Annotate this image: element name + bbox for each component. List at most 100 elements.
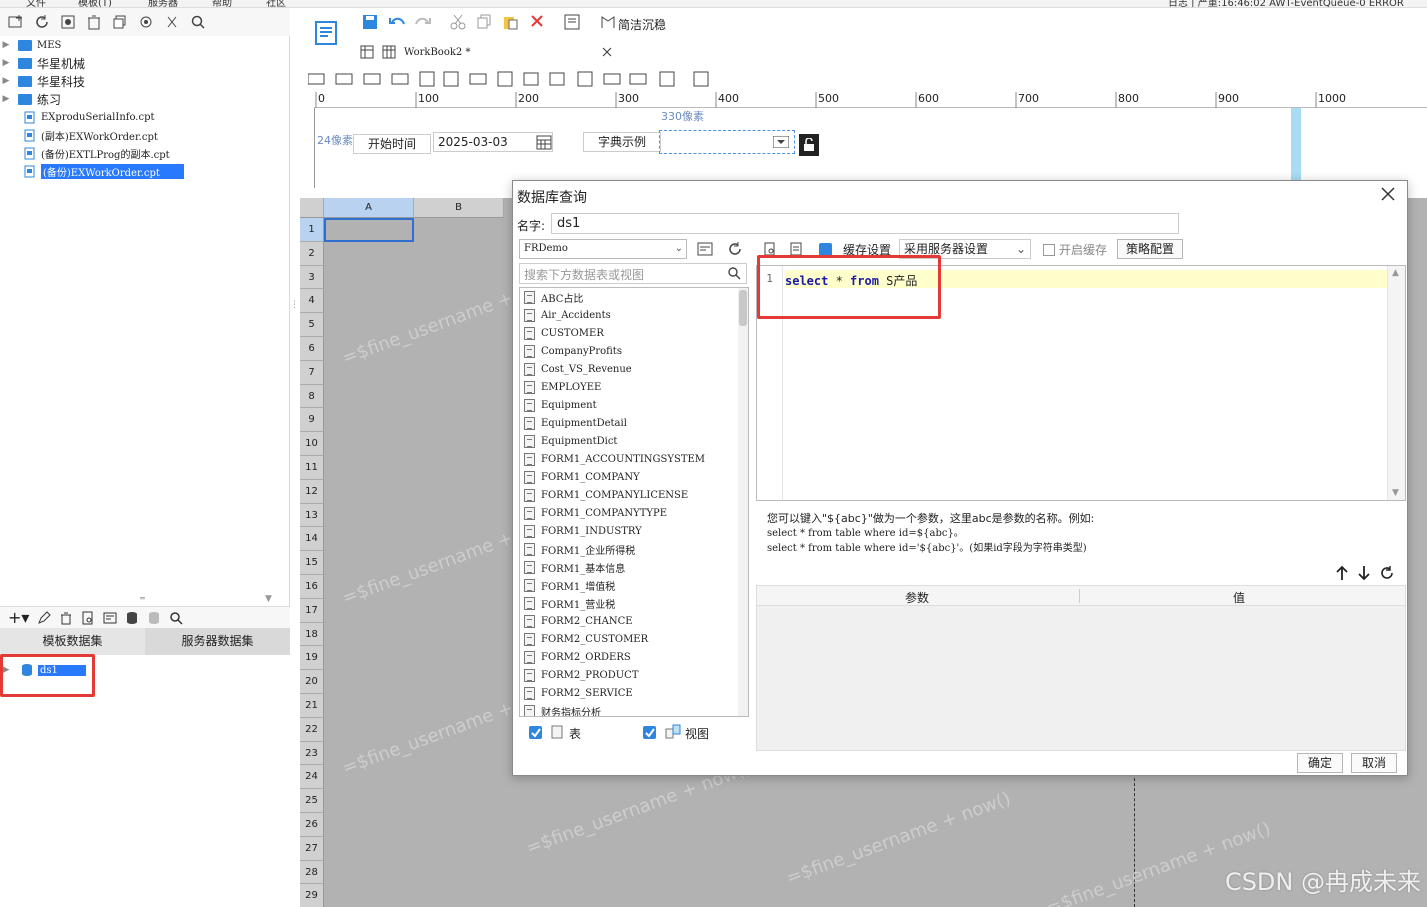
tree-folder[interactable]: ▶ MES — [0, 36, 61, 54]
row-header[interactable]: 27 — [300, 836, 324, 861]
row-header[interactable]: 3 — [300, 265, 324, 290]
enable-cache-checkbox[interactable] — [1043, 244, 1055, 256]
table-list-item[interactable]: FORM2_CHANCE — [520, 612, 633, 630]
row-header[interactable]: 12 — [300, 479, 324, 504]
scroll-thumb[interactable] — [739, 290, 747, 326]
sheet-corner[interactable] — [300, 198, 324, 218]
refresh-icon[interactable] — [727, 241, 743, 257]
redo-icon[interactable] — [414, 14, 432, 30]
search-icon[interactable] — [169, 611, 183, 625]
chevron-down-icon[interactable] — [773, 136, 789, 148]
table-list-item[interactable]: EquipmentDict — [520, 432, 617, 450]
table-list-item[interactable]: FORM1_基本信息 — [520, 558, 625, 576]
database-select[interactable]: FRDemo ⌄ — [519, 239, 687, 259]
row-header[interactable]: 29 — [300, 884, 324, 907]
table-list-item[interactable]: FORM1_ACCOUNTINGSYSTEM — [520, 450, 705, 468]
splitter-handle[interactable]: ═ — [140, 594, 150, 603]
table-list-item[interactable]: FORM1_COMPANYTYPE — [520, 504, 667, 522]
arrow-up-icon[interactable] — [1335, 563, 1349, 583]
menu-server[interactable]: 服务器 — [148, 0, 178, 7]
tree-folder[interactable]: ▶ 华星机械 — [0, 54, 85, 72]
row-header[interactable]: 8 — [300, 384, 324, 409]
table-list-item[interactable]: FORM1_COMPANYLICENSE — [520, 486, 688, 504]
close-icon[interactable] — [602, 47, 612, 57]
tree-folder[interactable]: ▶ 练习 — [0, 90, 61, 108]
table-list-item[interactable]: FORM1_企业所得税 — [520, 540, 635, 558]
table-list-item[interactable]: FORM1_INDUSTRY — [520, 522, 642, 540]
table-checkbox[interactable] — [529, 726, 542, 739]
row-header[interactable]: 2 — [300, 241, 324, 266]
preview-icon[interactable] — [763, 242, 777, 256]
table-list-item[interactable]: FORM1_营业税 — [520, 594, 615, 612]
save-icon[interactable] — [362, 14, 378, 30]
table-list-item[interactable]: FORM1_增值税 — [520, 576, 615, 594]
row-header[interactable]: 6 — [300, 337, 324, 361]
tab-template-dataset[interactable]: 模板数据集 — [0, 628, 145, 655]
widget-palette-icon[interactable] — [308, 70, 728, 90]
table-list-item[interactable]: Air_Accidents — [520, 306, 611, 324]
table-list-item[interactable]: ABC占比 — [520, 288, 583, 306]
table-list-item[interactable]: 财务指标分析 — [520, 702, 601, 716]
sql-edit-icon[interactable] — [789, 242, 803, 256]
tree-file[interactable]: (副本)EXWorkOrder.cpt — [0, 126, 158, 144]
delete-icon[interactable] — [84, 12, 104, 32]
menu-community[interactable]: 社区 — [266, 0, 286, 7]
row-header[interactable]: 9 — [300, 408, 324, 433]
dataset-edit-icon[interactable] — [103, 611, 117, 625]
row-header[interactable]: 21 — [300, 694, 324, 718]
row-header[interactable]: 18 — [300, 622, 324, 647]
row-header[interactable]: 19 — [300, 646, 324, 671]
row-header[interactable]: 25 — [300, 789, 324, 813]
row-header[interactable]: 22 — [300, 717, 324, 742]
table-list-scrollbar[interactable] — [738, 288, 748, 716]
collapse-icon[interactable] — [162, 12, 182, 32]
table-list-item[interactable]: CUSTOMER — [520, 324, 604, 342]
edit-icon[interactable] — [37, 610, 52, 625]
table-list-item[interactable]: FORM2_PRODUCT — [520, 666, 639, 684]
pane-right-boundary[interactable] — [1291, 108, 1301, 188]
tree-folder[interactable]: ▶ 华星科技 — [0, 72, 85, 90]
row-header[interactable]: 1 — [300, 218, 324, 242]
strategy-button[interactable]: 策略配置 — [1117, 239, 1183, 259]
refresh-icon[interactable] — [32, 12, 52, 32]
selected-cell[interactable] — [324, 218, 414, 242]
row-header[interactable]: 5 — [300, 313, 324, 337]
calendar-icon[interactable] — [535, 134, 553, 150]
search-icon[interactable] — [727, 266, 741, 280]
row-header[interactable]: 28 — [300, 860, 324, 885]
dataset-name-input[interactable]: ds1 — [551, 213, 1179, 234]
refresh-icon[interactable] — [1379, 563, 1395, 583]
column-header[interactable]: B — [414, 198, 504, 218]
panel-splitter[interactable]: ⋮ — [290, 300, 300, 320]
tree-file[interactable]: EXproduSerialInfo.cpt — [0, 108, 155, 126]
tree-file-selected[interactable]: (备份)EXWorkOrder.cpt — [0, 162, 184, 180]
table-list-item[interactable]: Cost_VS_Revenue — [520, 360, 632, 378]
tab-workbook[interactable]: WorkBook2 * — [404, 47, 470, 58]
lock-icon[interactable] — [799, 134, 819, 156]
add-icon[interactable]: +▾ — [8, 608, 29, 627]
menu-file[interactable]: 文件 — [26, 0, 46, 7]
table-list-item[interactable]: EMPLOYEE — [520, 378, 601, 396]
preview-icon[interactable] — [81, 611, 95, 625]
row-header[interactable]: 17 — [300, 598, 324, 623]
locate-icon[interactable] — [136, 12, 156, 32]
table-list-item[interactable]: FORM2_SERVICE — [520, 684, 633, 702]
row-header[interactable]: 13 — [300, 503, 324, 528]
row-header[interactable]: 11 — [300, 456, 324, 480]
delete-icon[interactable] — [59, 611, 73, 625]
cancel-button[interactable]: 取消 — [1351, 753, 1397, 773]
tree-file[interactable]: (备份)EXTLProg的副本.cpt — [0, 144, 170, 162]
menu-help[interactable]: 帮助 — [212, 0, 232, 7]
table-list-item[interactable]: Equipment — [520, 396, 597, 414]
row-header[interactable]: 15 — [300, 551, 324, 575]
table-list-item[interactable]: FORM2_CUSTOMER — [520, 630, 648, 648]
row-header[interactable]: 24 — [300, 765, 324, 790]
database-disabled-icon[interactable] — [147, 611, 161, 625]
grid-icon[interactable] — [360, 45, 374, 59]
row-header[interactable]: 14 — [300, 527, 324, 552]
close-icon[interactable] — [1379, 185, 1397, 203]
undo-icon[interactable] — [388, 14, 406, 30]
copy-icon[interactable] — [110, 12, 130, 32]
search-icon[interactable] — [188, 12, 208, 32]
table-list-item[interactable]: FORM1_COMPANY — [520, 468, 640, 486]
